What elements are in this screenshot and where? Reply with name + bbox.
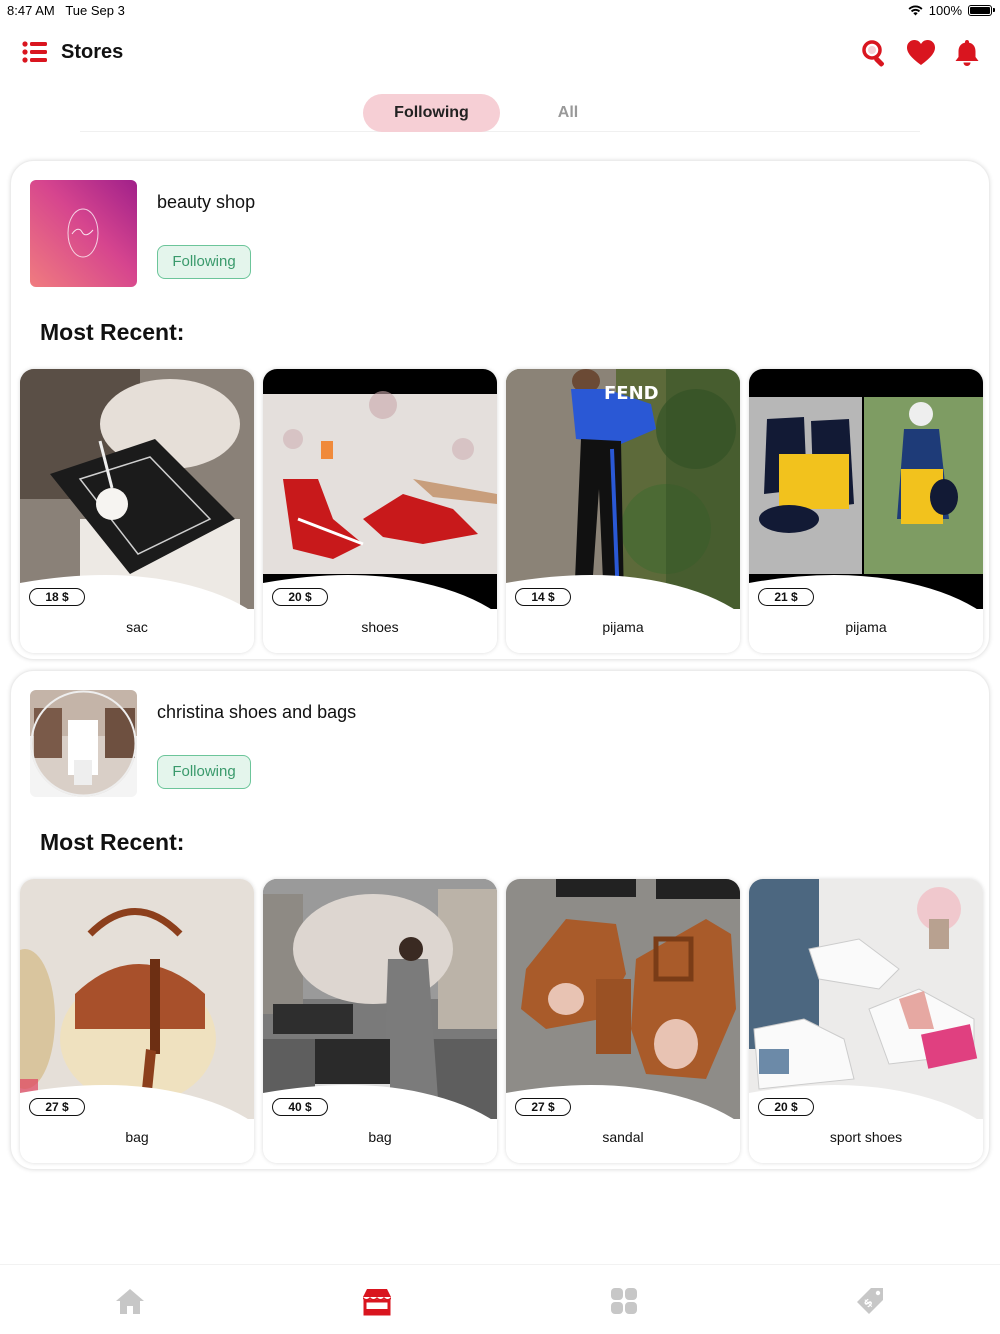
battery-percent: 100%: [928, 3, 962, 18]
card-curve: [506, 575, 740, 653]
price-badge: 27 $: [515, 1098, 571, 1116]
product-card[interactable]: FEND 14 $ pijama: [506, 369, 740, 653]
status-time: 8:47 AM Tue Sep 3: [7, 3, 125, 18]
store-logo[interactable]: [30, 180, 137, 287]
product-card[interactable]: 20 $ shoes: [263, 369, 497, 653]
card-curve: [263, 1085, 497, 1163]
store-name[interactable]: beauty shop: [157, 192, 255, 213]
battery-icon: [968, 5, 995, 16]
page-title: Stores: [61, 41, 124, 63]
price-badge: 27 $: [29, 1098, 85, 1116]
app-header: Stores: [0, 30, 1000, 76]
product-row: 18 $ sac 20 $ shoes FEND 14 $ pijama 21 …: [20, 369, 983, 653]
svg-text:FEND: FEND: [604, 383, 659, 404]
product-name: pijama: [845, 619, 887, 635]
product-name: bag: [368, 1129, 392, 1145]
card-curve: [749, 1085, 983, 1163]
home-icon[interactable]: [114, 1285, 146, 1317]
product-row: 27 $ bag 40 $ bag 27 $ sandal 20 $ sport…: [20, 879, 983, 1163]
product-name: sandal: [602, 1129, 644, 1145]
tab-following[interactable]: Following: [363, 94, 500, 132]
product-card[interactable]: 20 $ sport shoes: [749, 879, 983, 1163]
product-card[interactable]: 27 $ sandal: [506, 879, 740, 1163]
store-name[interactable]: christina shoes and bags: [157, 702, 356, 723]
price-badge: 40 $: [272, 1098, 328, 1116]
product-name: sac: [126, 619, 148, 635]
price-badge: 14 $: [515, 588, 571, 606]
tab-all[interactable]: All: [520, 94, 616, 132]
bottom-nav: $: [0, 1264, 1000, 1334]
card-curve: [749, 575, 983, 653]
most-recent-title: Most Recent:: [40, 319, 185, 345]
most-recent-title: Most Recent:: [40, 829, 185, 855]
product-card[interactable]: 18 $ sac: [20, 369, 254, 653]
search-icon[interactable]: [860, 38, 890, 68]
product-name: pijama: [602, 619, 644, 635]
store-tabs: Following All: [80, 94, 920, 134]
status-right: 100%: [908, 3, 995, 18]
following-button[interactable]: Following: [157, 245, 251, 279]
status-date-text: Tue Sep 3: [65, 3, 125, 18]
card-curve: [20, 575, 254, 653]
wifi-icon: [908, 5, 923, 16]
grid-icon[interactable]: [608, 1285, 640, 1317]
price-badge: 21 $: [758, 588, 814, 606]
store-icon[interactable]: [361, 1285, 393, 1317]
list-icon[interactable]: [22, 40, 48, 64]
card-curve: [263, 575, 497, 653]
price-badge: 18 $: [29, 588, 85, 606]
product-card[interactable]: 40 $ bag: [263, 879, 497, 1163]
product-name: sport shoes: [829, 1129, 903, 1145]
following-button[interactable]: Following: [157, 755, 251, 789]
store-card: christina shoes and bags Following Most …: [10, 670, 990, 1170]
store-card: beauty shop Following Most Recent: 18 $ …: [10, 160, 990, 660]
status-time-text: 8:47 AM: [7, 3, 55, 18]
product-card[interactable]: 21 $ pijama: [749, 369, 983, 653]
bell-icon[interactable]: [952, 38, 982, 68]
card-curve: [20, 1085, 254, 1163]
card-curve: [506, 1085, 740, 1163]
product-name: bag: [125, 1129, 149, 1145]
price-badge: 20 $: [272, 588, 328, 606]
price-badge: 20 $: [758, 1098, 814, 1116]
tabs-divider: [80, 131, 920, 132]
tag-icon[interactable]: $: [854, 1285, 886, 1317]
status-bar: 8:47 AM Tue Sep 3 100%: [0, 0, 1000, 22]
product-name: shoes: [361, 619, 399, 635]
heart-icon[interactable]: [906, 38, 936, 68]
product-card[interactable]: 27 $ bag: [20, 879, 254, 1163]
store-logo[interactable]: [30, 690, 137, 797]
